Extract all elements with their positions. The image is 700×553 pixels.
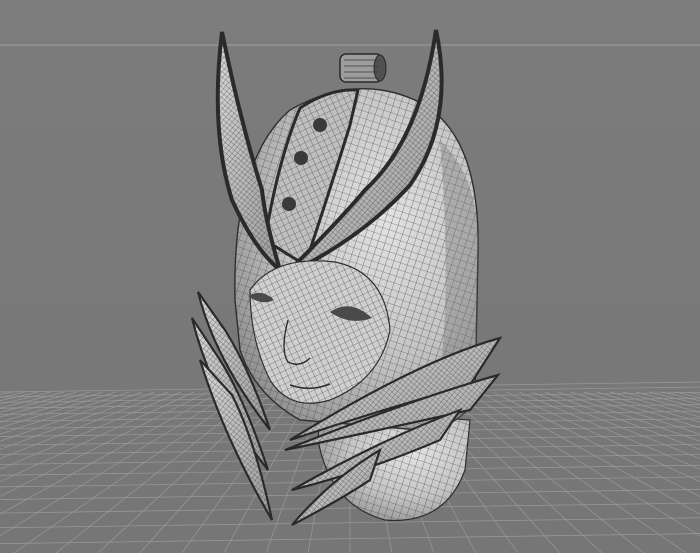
- top-ring-handle: [339, 53, 387, 83]
- grid-line: [453, 391, 687, 553]
- grid-line: [661, 391, 700, 402]
- grid-line: [609, 391, 700, 418]
- grid-line: [544, 391, 700, 450]
- grid-line: [466, 391, 700, 537]
- grid-line: [0, 391, 52, 405]
- grid-line: [0, 391, 169, 459]
- grid-line: [583, 391, 700, 429]
- grid-line: [440, 391, 645, 553]
- grid-line: [0, 391, 104, 423]
- grid-line: [0, 391, 195, 483]
- 3d-viewport[interactable]: [0, 0, 700, 553]
- grid-line: [505, 391, 700, 483]
- grid-line: [0, 391, 91, 418]
- grid-line: [0, 391, 117, 429]
- grid-line: [648, 391, 700, 405]
- viewport-canvas[interactable]: [0, 0, 700, 553]
- grid-line: [0, 391, 39, 402]
- grid-line: [479, 391, 700, 515]
- grid-line: [596, 391, 700, 423]
- grid-line: [0, 391, 156, 450]
- grid-line: [531, 391, 700, 459]
